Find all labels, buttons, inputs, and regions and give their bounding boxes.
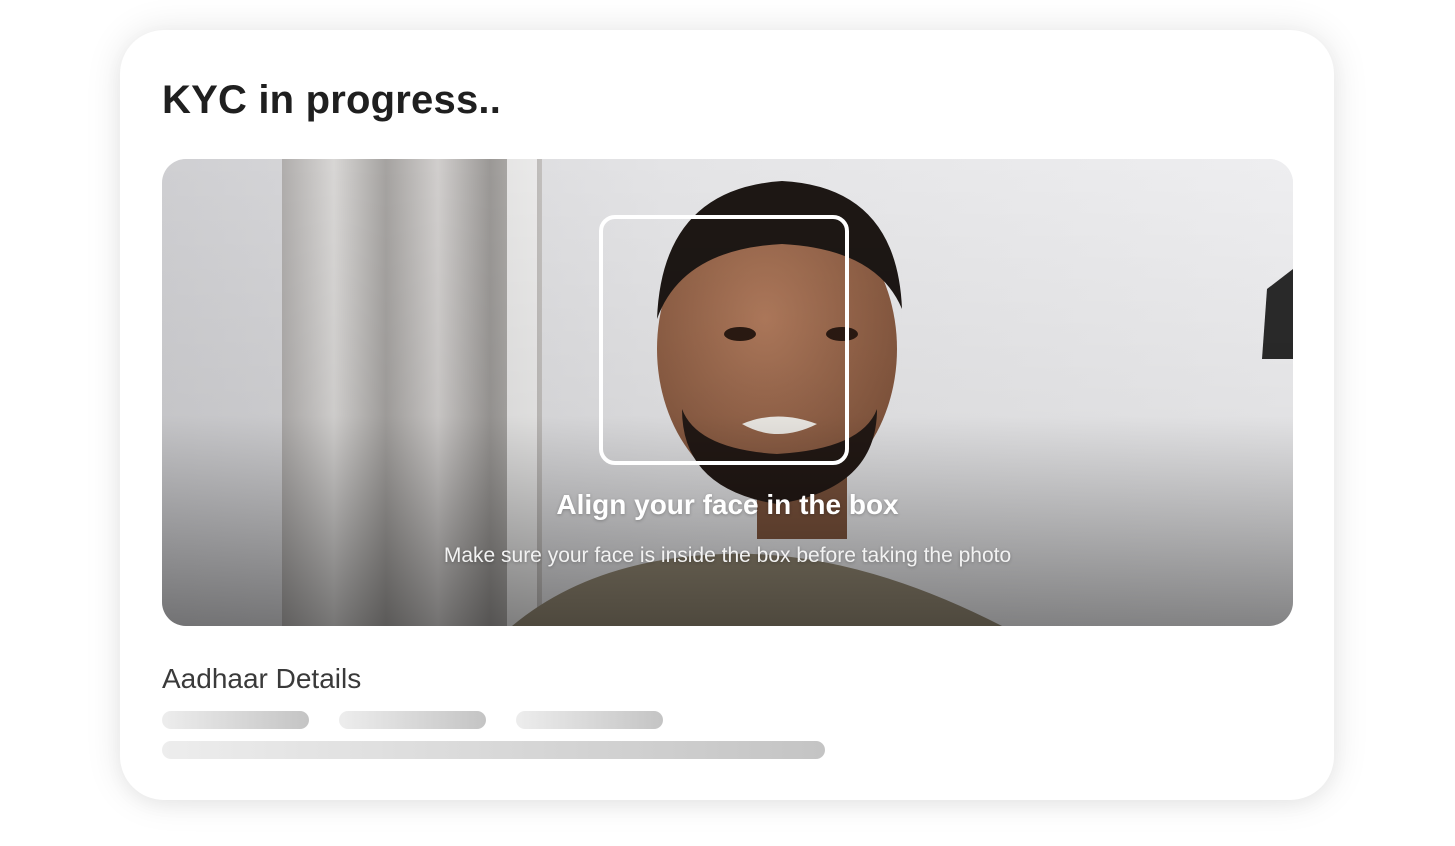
page-title: KYC in progress..	[162, 78, 502, 122]
skeleton-placeholder	[339, 711, 486, 729]
camera-instruction-subtitle: Make sure your face is inside the box be…	[443, 544, 1012, 567]
skeleton-placeholder	[516, 711, 663, 729]
skeleton-placeholder	[162, 741, 825, 759]
face-alignment-box	[599, 215, 849, 465]
camera-instruction-title: Align your face in the box	[556, 489, 899, 520]
camera-preview[interactable]: Align your face in the box Make sure you…	[162, 159, 1293, 626]
kyc-card: KYC in progress.. Align your face in the…	[120, 30, 1334, 800]
skeleton-placeholder	[162, 711, 309, 729]
aadhaar-details-title: Aadhaar Details	[162, 663, 362, 694]
